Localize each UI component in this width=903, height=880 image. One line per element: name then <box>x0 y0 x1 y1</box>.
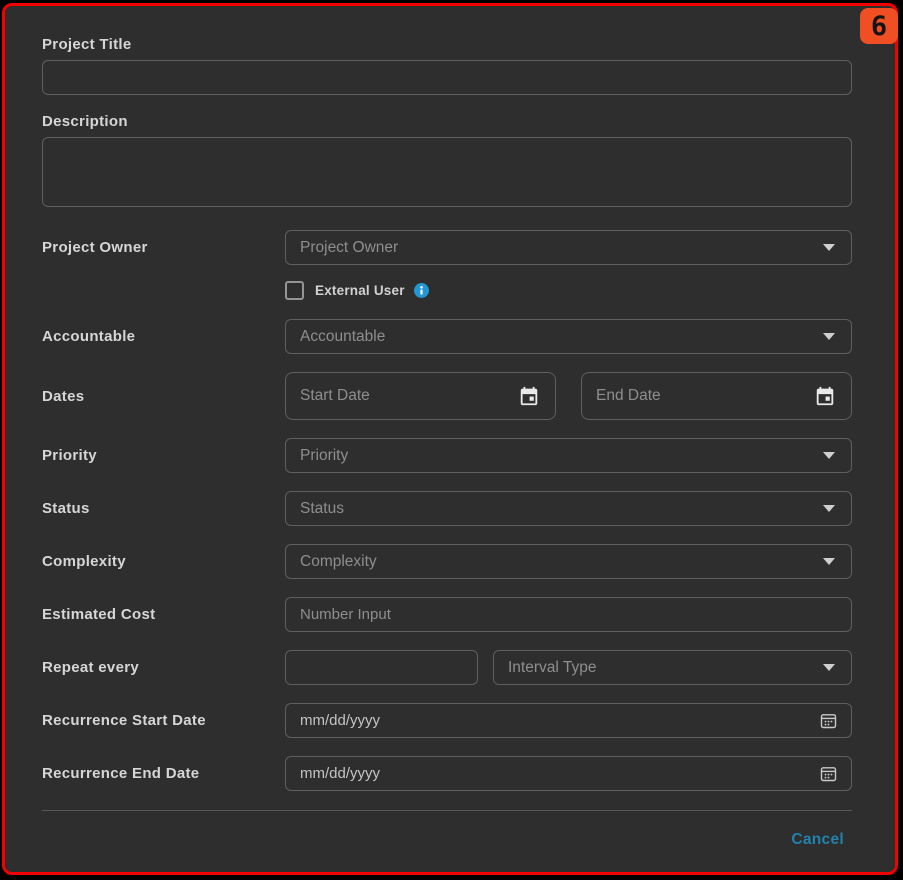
dates-label: Dates <box>42 388 285 405</box>
priority-select[interactable]: Priority <box>285 438 852 473</box>
recurrence-start-date-row: Recurrence Start Date mm/dd/yyyy <box>42 703 852 738</box>
recurrence-end-date-label: Recurrence End Date <box>42 765 285 782</box>
chevron-down-icon <box>823 452 835 459</box>
project-title-input[interactable] <box>42 60 852 95</box>
project-owner-placeholder: Project Owner <box>300 239 398 257</box>
calendar-picker-icon[interactable] <box>818 710 839 731</box>
estimated-cost-label: Estimated Cost <box>42 606 285 623</box>
accountable-label: Accountable <box>42 328 285 345</box>
status-row: Status Status <box>42 491 852 526</box>
project-owner-row: Project Owner Project Owner <box>42 230 852 265</box>
repeat-every-label: Repeat every <box>42 659 285 676</box>
project-title-group: Project Title <box>42 36 852 95</box>
end-date-input[interactable]: End Date <box>581 372 852 420</box>
project-owner-label: Project Owner <box>42 239 285 256</box>
project-form-modal: Project Title Description Project Owner … <box>2 3 898 875</box>
complexity-row: Complexity Complexity <box>42 544 852 579</box>
calendar-picker-icon[interactable] <box>818 763 839 784</box>
start-date-placeholder: Start Date <box>300 387 370 405</box>
estimated-cost-row: Estimated Cost <box>42 597 852 632</box>
complexity-placeholder: Complexity <box>300 553 377 571</box>
external-user-checkbox[interactable] <box>285 281 304 300</box>
end-date-placeholder: End Date <box>596 387 661 405</box>
recurrence-start-date-placeholder: mm/dd/yyyy <box>300 712 380 729</box>
modal-footer: Cancel <box>42 811 852 869</box>
info-icon[interactable] <box>414 283 429 298</box>
accountable-placeholder: Accountable <box>300 328 385 346</box>
interval-type-select[interactable]: Interval Type <box>493 650 852 685</box>
dates-pair: Start Date End Date <box>285 372 852 420</box>
overlay-count-badge: 6 <box>860 8 898 44</box>
recurrence-end-date-input[interactable]: mm/dd/yyyy <box>285 756 852 791</box>
recurrence-end-date-placeholder: mm/dd/yyyy <box>300 765 380 782</box>
complexity-select[interactable]: Complexity <box>285 544 852 579</box>
repeat-every-input[interactable] <box>285 650 478 685</box>
recurrence-start-date-input[interactable]: mm/dd/yyyy <box>285 703 852 738</box>
chevron-down-icon <box>823 505 835 512</box>
status-label: Status <box>42 500 285 517</box>
priority-placeholder: Priority <box>300 447 348 465</box>
cancel-button[interactable]: Cancel <box>791 831 844 849</box>
priority-row: Priority Priority <box>42 438 852 473</box>
dates-row: Dates Start Date End Date <box>42 372 852 420</box>
external-user-label: External User <box>315 283 405 298</box>
status-select[interactable]: Status <box>285 491 852 526</box>
accountable-row: Accountable Accountable <box>42 319 852 354</box>
interval-type-placeholder: Interval Type <box>508 659 596 677</box>
chevron-down-icon <box>823 244 835 251</box>
start-date-input[interactable]: Start Date <box>285 372 556 420</box>
description-textarea[interactable] <box>42 137 852 207</box>
repeat-every-pair: Interval Type <box>285 650 852 685</box>
chevron-down-icon <box>823 333 835 340</box>
modal-content: Project Title Description Project Owner … <box>5 6 895 872</box>
complexity-label: Complexity <box>42 553 285 570</box>
estimated-cost-input[interactable] <box>285 597 852 632</box>
external-user-row: External User <box>285 279 852 301</box>
description-group: Description <box>42 113 852 212</box>
status-placeholder: Status <box>300 500 344 518</box>
chevron-down-icon <box>823 664 835 671</box>
calendar-icon[interactable] <box>518 385 540 407</box>
priority-label: Priority <box>42 447 285 464</box>
project-title-label: Project Title <box>42 36 852 53</box>
project-owner-select[interactable]: Project Owner <box>285 230 852 265</box>
accountable-select[interactable]: Accountable <box>285 319 852 354</box>
recurrence-end-date-row: Recurrence End Date mm/dd/yyyy <box>42 756 852 791</box>
calendar-icon[interactable] <box>814 385 836 407</box>
recurrence-start-date-label: Recurrence Start Date <box>42 712 285 729</box>
repeat-every-row: Repeat every Interval Type <box>42 650 852 685</box>
description-label: Description <box>42 113 852 130</box>
chevron-down-icon <box>823 558 835 565</box>
